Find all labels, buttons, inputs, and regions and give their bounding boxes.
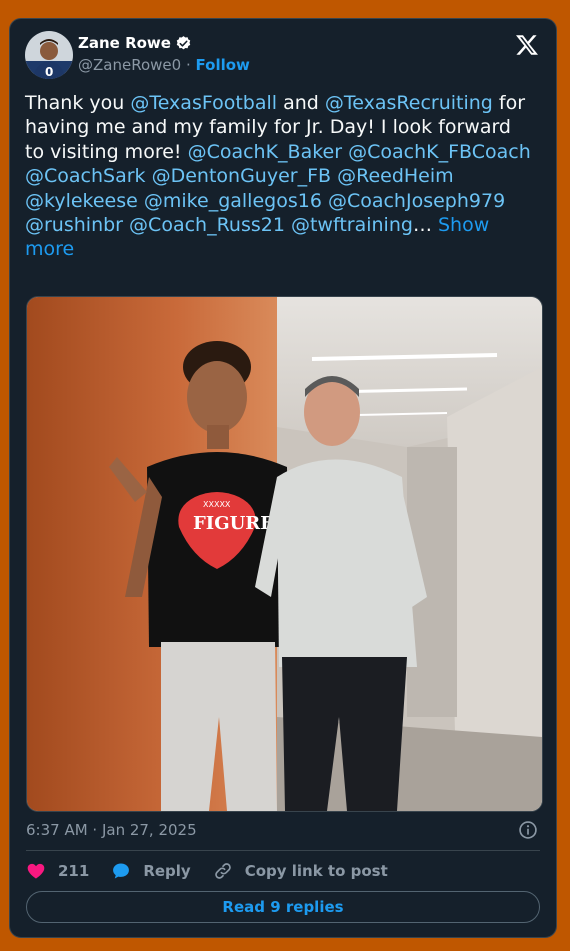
- shirt-subtext: XXXXX: [203, 500, 231, 509]
- copy-link-button[interactable]: Copy link to post: [213, 861, 388, 881]
- author-name-row: Zane Rowe: [78, 34, 192, 52]
- author-handle-row: @ZaneRowe0 · Follow: [78, 56, 250, 74]
- mention-link[interactable]: @CoachSark: [25, 165, 146, 187]
- divider: [26, 850, 540, 851]
- author-handle[interactable]: @ZaneRowe0: [78, 56, 181, 74]
- tweet-header: 0 Zane Rowe @ZaneRowe0 · Follow: [25, 31, 541, 81]
- mention-link[interactable]: @CoachK_Baker: [188, 141, 343, 163]
- reply-bubble-icon: [113, 863, 130, 879]
- reply-label: Reply: [143, 862, 191, 880]
- tweet-text-segment: …: [412, 214, 438, 237]
- mention-link[interactable]: @Coach_Russ21: [129, 214, 285, 236]
- mention-link[interactable]: @TexasRecruiting: [325, 92, 493, 114]
- mention-link[interactable]: @CoachJoseph979: [328, 190, 505, 212]
- author-name[interactable]: Zane Rowe: [78, 34, 171, 52]
- mention-link[interactable]: @twftraining: [291, 214, 413, 236]
- reply-button[interactable]: Reply: [111, 861, 191, 881]
- tweet-text: Thank you @TexasFootball and @TexasRecru…: [25, 91, 535, 262]
- info-icon[interactable]: [518, 820, 538, 840]
- tweet-text-segment: Thank you: [25, 92, 131, 114]
- timestamp[interactable]: 6:37 AM · Jan 27, 2025: [26, 821, 197, 839]
- verified-badge-icon: [176, 35, 191, 49]
- mention-link[interactable]: @rushinbr: [25, 214, 123, 236]
- x-logo-icon[interactable]: [515, 33, 539, 57]
- copy-link-label: Copy link to post: [244, 862, 388, 880]
- mention-link[interactable]: @TexasFootball: [130, 92, 277, 114]
- mention-link[interactable]: @kylekeese: [25, 190, 138, 212]
- mention-link[interactable]: @mike_gallegos16: [144, 190, 322, 212]
- separator: ·: [185, 56, 191, 74]
- action-bar: 211 Reply Copy link to post: [26, 859, 410, 883]
- tweet-text-segment: and: [277, 92, 325, 114]
- mention-link[interactable]: @DentonGuyer_FB: [152, 165, 331, 187]
- like-button[interactable]: 211: [26, 861, 89, 881]
- avatar[interactable]: 0: [25, 31, 73, 79]
- mention-link[interactable]: @CoachK_FBCoach: [348, 141, 531, 163]
- tweet-card: 0 Zane Rowe @ZaneRowe0 · Follow Thank yo…: [9, 18, 557, 938]
- tweet-photo[interactable]: FIGURE XXXXX: [26, 296, 543, 812]
- heart-icon: [27, 863, 45, 879]
- svg-text:0: 0: [45, 65, 53, 79]
- link-icon: [214, 863, 231, 879]
- follow-button[interactable]: Follow: [196, 56, 250, 74]
- read-replies-button[interactable]: Read 9 replies: [26, 891, 540, 923]
- mention-link[interactable]: @ReedHeim: [337, 165, 454, 187]
- like-count: 211: [58, 862, 90, 880]
- shirt-text: FIGURE: [193, 513, 274, 534]
